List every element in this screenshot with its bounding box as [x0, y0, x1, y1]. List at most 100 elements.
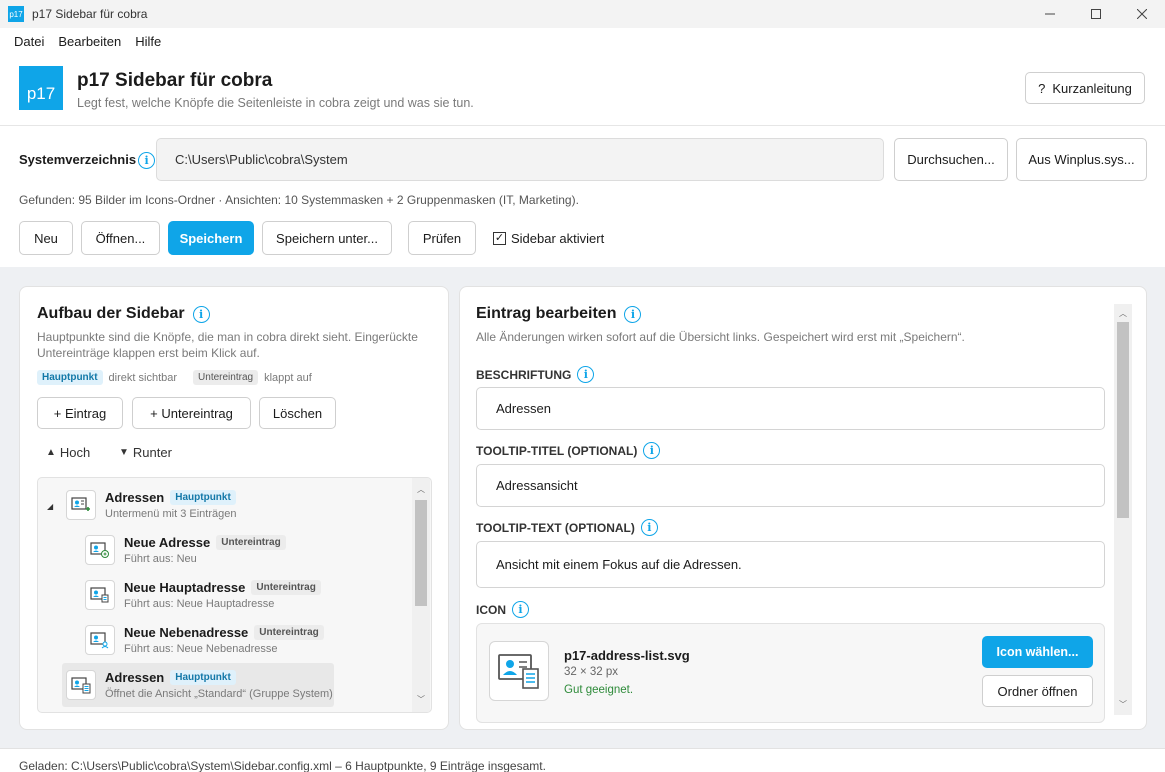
address-list-icon [66, 670, 96, 700]
menu-hilfe[interactable]: Hilfe [128, 34, 168, 49]
menu-datei[interactable]: Datei [7, 34, 51, 49]
move-down-button[interactable]: ▼ Runter [119, 445, 172, 460]
icon-filename: p17-address-list.svg [564, 648, 690, 663]
tooltip-title-caption: TOOLTIP-TITEL (OPTIONAL) i [476, 442, 661, 459]
sub-badge: Untereintrag [254, 625, 324, 640]
menu-bearbeiten[interactable]: Bearbeiten [51, 34, 128, 49]
edit-scroll-thumb[interactable] [1117, 322, 1129, 518]
tree-item-subtext: Öffnet die Ansicht „Standard“ (Gruppe Sy… [105, 688, 333, 700]
move-up-label: Hoch [59, 445, 91, 460]
sysdir-label: Systemverzeichnis i [19, 152, 156, 170]
tree-item-name: Adressen Hauptpunkt [105, 670, 333, 685]
sidebar-tree[interactable]: ◢ Adressen Hauptpunkt Untermenü mit 3 Ein… [37, 477, 432, 713]
open-button[interactable]: Öffnen... [81, 221, 160, 255]
tree-item-neue-nebenadresse[interactable]: Neue Nebenadresse Untereintrag Führt aus:… [85, 625, 324, 655]
window-title: p17 Sidebar für cobra [32, 7, 148, 21]
maximize-icon[interactable] [1073, 0, 1119, 28]
status-bar: Geladen: C:\Users\Public\cobra\System\Si… [0, 748, 1165, 772]
left-panel-title: Aufbau der Sidebar i [37, 305, 210, 323]
menu-bar: Datei Bearbeiten Hilfe [0, 28, 1165, 54]
tooltip-title-caption-text: TOOLTIP-TITEL (OPTIONAL) [476, 443, 638, 458]
legend: Hauptpunkt direkt sichtbar Untereintrag … [37, 370, 312, 385]
app-icon: p17 [8, 6, 24, 22]
info-icon[interactable]: i [577, 366, 595, 383]
tree-item-name: Neue Hauptadresse Untereintrag [124, 580, 321, 595]
scroll-up-icon[interactable]: ︿ [415, 484, 427, 495]
add-subentry-button[interactable]: + Untereintrag [132, 397, 251, 429]
move-up-button[interactable]: ▲ Hoch [46, 445, 90, 460]
info-icon[interactable]: i [643, 442, 661, 459]
tree-item-subtext: Führt aus: Neue Nebenadresse [124, 643, 278, 655]
tree-item-neue-adresse[interactable]: Neue Adresse Untereintrag Führt aus: Neu [85, 535, 286, 565]
sysdir-input[interactable]: C:\Users\Public\cobra\System [156, 138, 884, 181]
title-bar: p17 p17 Sidebar für cobra [0, 0, 1165, 28]
tooltip-text-caption-text: TOOLTIP-TEXT (OPTIONAL) [476, 520, 635, 535]
info-icon[interactable]: i [512, 601, 529, 618]
sidebar-enabled-checkbox[interactable]: ✓ [493, 232, 506, 245]
tooltip-text-caption: TOOLTIP-TEXT (OPTIONAL) i [476, 519, 658, 536]
winplus-button[interactable]: Aus Winplus.sys... [1016, 138, 1147, 181]
app-logo: p17 [19, 66, 63, 110]
sidebar-structure-panel: Aufbau der Sidebar i Hauptpunkte sind di… [19, 286, 449, 730]
address-main-icon [85, 580, 115, 610]
work-area: Aufbau der Sidebar i Hauptpunkte sind di… [0, 267, 1165, 748]
icon-caption: ICON i [476, 601, 529, 618]
app-title: p17 Sidebar für cobra [77, 70, 273, 91]
info-icon[interactable]: i [624, 305, 642, 323]
label-input[interactable]: Adressen [476, 387, 1105, 430]
info-icon[interactable]: i [640, 519, 658, 536]
help-button-label: Kurzanleitung [1052, 80, 1132, 96]
legend-sub-badge: Untereintrag [193, 370, 259, 385]
address-new-icon [85, 535, 115, 565]
check-button[interactable]: Prüfen [408, 221, 476, 255]
browse-button[interactable]: Durchsuchen... [894, 138, 1008, 181]
legend-sub-text: klappt auf [264, 371, 312, 384]
legend-main-badge: Hauptpunkt [37, 370, 103, 385]
add-entry-button[interactable]: + Eintrag [37, 397, 123, 429]
icon-caption-text: ICON [476, 602, 506, 617]
sysdir-label-text: Systemverzeichnis [19, 152, 137, 167]
scroll-up-icon[interactable]: ︿ [1117, 308, 1129, 319]
scroll-down-icon[interactable]: ﹀ [415, 694, 427, 705]
tooltip-title-input[interactable]: Adressansicht [476, 464, 1105, 507]
app-subtitle: Legt fest, welche Knöpfe die Seitenleist… [77, 96, 474, 110]
scroll-down-icon[interactable]: ﹀ [1117, 699, 1129, 710]
tree-item-adressen-view[interactable]: Adressen Hauptpunkt Öffnet die Ansicht „S… [66, 670, 333, 700]
info-icon[interactable]: i [192, 305, 210, 323]
tooltip-text-input[interactable]: Ansicht mit einem Fokus auf die Adressen… [476, 541, 1105, 588]
minimize-icon[interactable] [1027, 0, 1073, 28]
sub-badge: Untereintrag [251, 580, 321, 595]
left-panel-title-text: Aufbau der Sidebar [37, 305, 185, 322]
move-down-label: Runter [132, 445, 172, 460]
label-caption: BESCHRIFTUNG i [476, 366, 595, 383]
tree-item-subtext: Führt aus: Neu [124, 553, 197, 565]
new-button[interactable]: Neu [19, 221, 73, 255]
save-as-button[interactable]: Speichern unter... [262, 221, 392, 255]
sidebar-enabled-label: Sidebar aktiviert [511, 231, 605, 246]
tree-scroll-thumb[interactable] [415, 500, 427, 606]
help-button[interactable]: ? Kurzanleitung [1025, 72, 1145, 104]
tree-item-neue-hauptadresse[interactable]: Neue Hauptadresse Untereintrag Führt aus:… [85, 580, 321, 610]
edit-entry-panel: Eintrag bearbeiten i Alle Änderungen wir… [459, 286, 1147, 730]
delete-button[interactable]: Löschen [259, 397, 336, 429]
legend-main-text: direkt sichtbar [108, 371, 178, 384]
tree-item-adressen[interactable]: Adressen Hauptpunkt Untermenü mit 3 Eintr… [66, 490, 236, 520]
sidebar-enabled-toggle[interactable]: ✓ Sidebar aktiviert [493, 231, 604, 246]
close-icon[interactable] [1119, 0, 1165, 28]
icon-size: 32 × 32 px [564, 666, 619, 678]
label-caption-text: BESCHRIFTUNG [476, 367, 572, 382]
tree-item-subtext: Führt aus: Neue Hauptadresse [124, 598, 275, 610]
tree-item-name: Neue Nebenadresse Untereintrag [124, 625, 324, 640]
save-button[interactable]: Speichern [168, 221, 254, 255]
open-folder-button[interactable]: Ordner öffnen [982, 675, 1093, 707]
right-panel-description: Alle Änderungen wirken sofort auf die Üb… [476, 330, 965, 344]
tree-scrollbar[interactable]: ︿ ﹀ [412, 478, 430, 712]
question-icon: ? [1038, 80, 1046, 96]
address-list-icon [489, 641, 549, 701]
collapse-arrow-icon[interactable]: ◢ [47, 502, 53, 511]
info-icon[interactable]: i [138, 152, 156, 170]
choose-icon-button[interactable]: Icon wählen... [982, 636, 1093, 668]
edit-panel-scrollbar[interactable]: ︿ ﹀ [1114, 304, 1132, 715]
tree-item-name: Adressen Hauptpunkt [105, 490, 236, 505]
icon-status: Gut geeignet. [564, 684, 634, 696]
